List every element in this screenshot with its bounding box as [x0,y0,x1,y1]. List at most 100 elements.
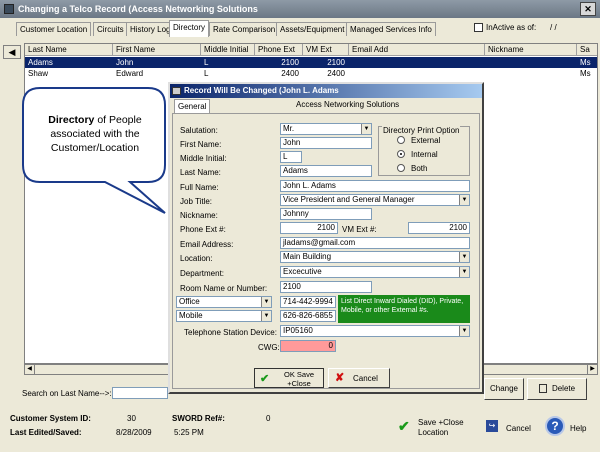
delete-button[interactable]: Delete [527,378,587,400]
close-button[interactable]: ✕ [580,2,596,16]
system-id-label: Customer System ID: [10,414,91,423]
tab-customer-location[interactable]: Customer Location [16,22,92,36]
room-field[interactable]: 2100 [280,281,372,293]
table-cell[interactable]: 2100 [303,57,349,68]
radio-both[interactable] [397,164,405,172]
dialog-title: Record Will Be Changed (John L. Adams [184,86,339,95]
window-title: Changing a Telco Record (Access Networki… [18,4,258,14]
col-header-phone-ext[interactable]: Phone Ext [255,44,303,56]
nickname-field[interactable]: Johnny [280,208,372,220]
scroll-right-icon[interactable]: ▶ [587,365,597,374]
table-cell[interactable]: 2400 [255,68,303,79]
chevron-down-icon[interactable]: ▼ [261,297,271,307]
exit-door-icon[interactable]: ↪ [486,420,498,432]
room-label: Room Name or Number: [180,284,268,293]
tab-rate-comparison[interactable]: Rate Comparison [209,22,280,36]
cancel-footer-button[interactable]: Cancel [506,424,531,433]
last-name-field[interactable]: Adams [280,165,372,177]
first-name-field[interactable]: John [280,137,372,149]
checkmark-icon[interactable]: ✔ [398,418,410,435]
inactive-label: InActive as of: [486,23,537,32]
chevron-down-icon[interactable]: ▼ [459,252,469,262]
last-name-label: Last Name: [180,168,221,177]
full-name-field[interactable]: John L. Adams [280,180,470,192]
tab-circuits[interactable]: Circuits [93,22,128,36]
tab-history-log[interactable]: History Log [126,22,175,36]
salutation-select[interactable]: Mr. ▼ [280,123,372,135]
checkmark-icon: ✔ [260,373,270,385]
nickname-label: Nickname: [180,211,218,220]
search-input[interactable] [112,387,168,399]
col-header-last-name[interactable]: Last Name [25,44,113,56]
table-cell[interactable]: Ms [577,57,597,68]
inactive-checkbox[interactable] [474,23,483,32]
vm-ext-label: VM Ext #: [342,225,377,234]
tab-managed-services-info[interactable]: Managed Services Info [346,22,436,36]
radio-internal[interactable] [397,150,405,158]
cwg-field[interactable]: 0 [280,340,336,352]
phone2-field[interactable]: 626-826-6855 [280,310,336,322]
vm-ext-field[interactable]: 2100 [408,222,470,234]
department-select[interactable]: Excecutive ▼ [280,266,470,278]
radio-external[interactable] [397,136,405,144]
tab-directory[interactable]: Directory [169,20,210,37]
table-cell[interactable]: 2400 [303,68,349,79]
collapse-arrow-icon[interactable]: ◀ [3,45,21,59]
dialog-cancel-button[interactable]: ✘ Cancel [328,368,390,388]
col-header-middle-initial[interactable]: Middle Initial [201,44,255,56]
email-field[interactable]: jladams@gmail.com [280,237,470,249]
table-cell[interactable]: John [113,57,201,68]
sword-value: 0 [266,414,271,423]
print-option-title: Directory Print Option [382,126,461,135]
department-label: Department: [180,269,225,278]
table-cell[interactable]: Edward [113,68,201,79]
middle-initial-label: Middle Initial: [180,154,227,163]
change-button[interactable]: Change [484,378,524,400]
print-option-group: Directory Print Option External Internal… [378,126,470,176]
table-cell[interactable]: 2100 [255,57,303,68]
phone1-type-select[interactable]: Office ▼ [176,296,272,308]
phone-ext-field[interactable]: 2100 [280,222,338,234]
table-cell[interactable]: L [201,68,255,79]
chevron-down-icon[interactable]: ▼ [459,195,469,205]
chevron-down-icon[interactable]: ▼ [261,311,271,321]
last-edited-date: 8/28/2009 [116,428,152,437]
table-cell[interactable]: Adams [25,57,113,68]
table-cell[interactable]: Shaw [25,68,113,79]
station-device-select[interactable]: IP05160 ▼ [280,325,470,337]
trash-icon [538,384,547,394]
col-header-sa[interactable]: Sa [577,44,597,56]
chevron-down-icon[interactable]: ▼ [459,326,469,336]
dialog-tab-general[interactable]: General [174,99,211,113]
phone2-type-select[interactable]: Mobile ▼ [176,310,272,322]
tab-assets-equipment[interactable]: Assets/Equipment [276,22,349,36]
radio-internal-label: Internal [411,150,438,159]
help-icon[interactable]: ? [545,416,565,436]
job-title-select[interactable]: Vice President and General Manager ▼ [280,194,470,206]
station-device-label: Telephone Station Device: [184,328,277,337]
scroll-left-icon[interactable]: ◀ [25,365,35,374]
col-header-email[interactable]: Email Add [349,44,485,56]
location-select[interactable]: Main Building ▼ [280,251,470,263]
help-button[interactable]: Help [570,424,586,433]
phone-icon [172,87,181,95]
table-cell[interactable]: Ms [577,68,597,79]
col-header-first-name[interactable]: First Name [113,44,201,56]
delete-label: Delete [551,384,576,393]
col-header-vm-ext[interactable]: VM Ext [303,44,349,56]
phone1-field[interactable]: 714-442-9994 [280,296,336,308]
dialog-company: Access Networking Solutions [296,100,400,109]
ok-save-close-button[interactable]: ✔ OK Save +Close [254,368,324,388]
x-icon: ✘ [335,372,345,384]
phone-ext-label: Phone Ext #: [180,225,226,234]
chevron-down-icon[interactable]: ▼ [361,124,371,134]
chevron-down-icon[interactable]: ▼ [459,267,469,277]
sword-label: SWORD Ref#: [172,414,225,423]
inactive-date[interactable]: / / [550,23,557,32]
col-header-nickname[interactable]: Nickname [485,44,577,56]
radio-external-label: External [411,136,441,145]
table-cell[interactable]: L [201,57,255,68]
middle-initial-field[interactable]: L [280,151,302,163]
save-close-location-button[interactable]: Save +Close Location [418,418,478,438]
callout-text: Directory of People associated with the … [30,113,160,155]
